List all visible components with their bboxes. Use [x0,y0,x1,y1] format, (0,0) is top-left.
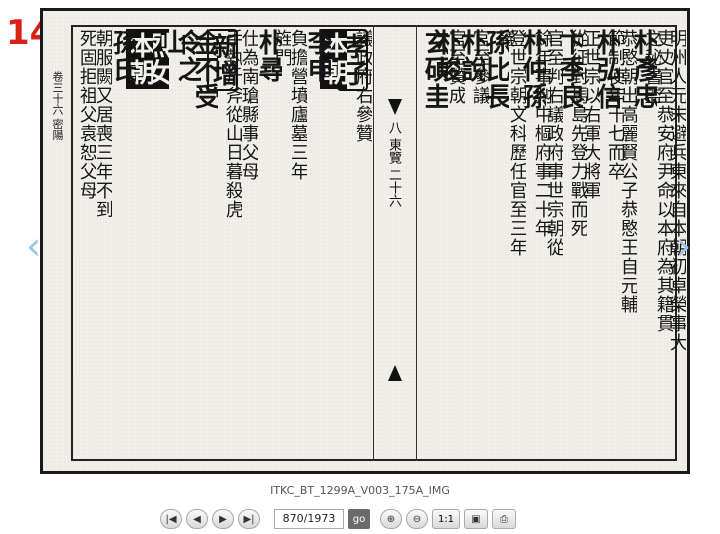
actual-size-button[interactable]: 1:1 [432,509,460,529]
next-image-arrow-icon[interactable]: › [676,227,691,265]
go-button[interactable]: go [348,509,370,529]
left-column: 朴尋 [255,29,283,83]
zoom-in-icon[interactable]: ⊕ [380,509,402,529]
print-icon[interactable]: ⎙ [492,509,516,529]
left-column: 李申 [304,29,332,83]
zoom-out-icon[interactable]: ⊖ [406,509,428,529]
fold-text: 八 東覽 二十六 [386,121,401,208]
fish-tail-mark-top [388,99,402,115]
page-number-input[interactable]: 870/1973 [274,509,344,529]
center-fold: 八 東覽 二十六 [373,25,417,461]
fish-tail-mark-bottom [388,365,402,381]
left-column: 孫氏 [109,29,137,83]
next-page-icon[interactable]: ▶ [212,509,234,529]
fit-page-icon[interactable]: ▣ [464,509,488,529]
left-column: 死固拒祖父袁恕父母 [77,29,96,200]
last-page-icon[interactable]: ▶| [238,509,260,529]
viewer-toolbar: |◀ ◀ ▶ ▶| 870/1973 go ⊕ ⊖ 1:1 ▣ ⎙ [160,508,516,530]
margin-note: 卷三十六 密陽 [51,71,64,141]
scanned-page-image: 卷三十六 密陽 八 東覽 二十六 明州人元末避兵東來自本朝初卓榮事大 吏丈官至恭安… [40,8,690,474]
first-page-icon[interactable]: |◀ [160,509,182,529]
prev-image-arrow-icon[interactable]: ‹ [26,227,41,265]
prev-page-icon[interactable]: ◀ [186,509,208,529]
image-caption: ITKC_BT_1299A_V003_175A_IMG [270,484,450,497]
right-column: 登世宗朝文科歷任官至三年 [507,29,526,257]
right-column: 玄碩圭 [421,29,449,110]
